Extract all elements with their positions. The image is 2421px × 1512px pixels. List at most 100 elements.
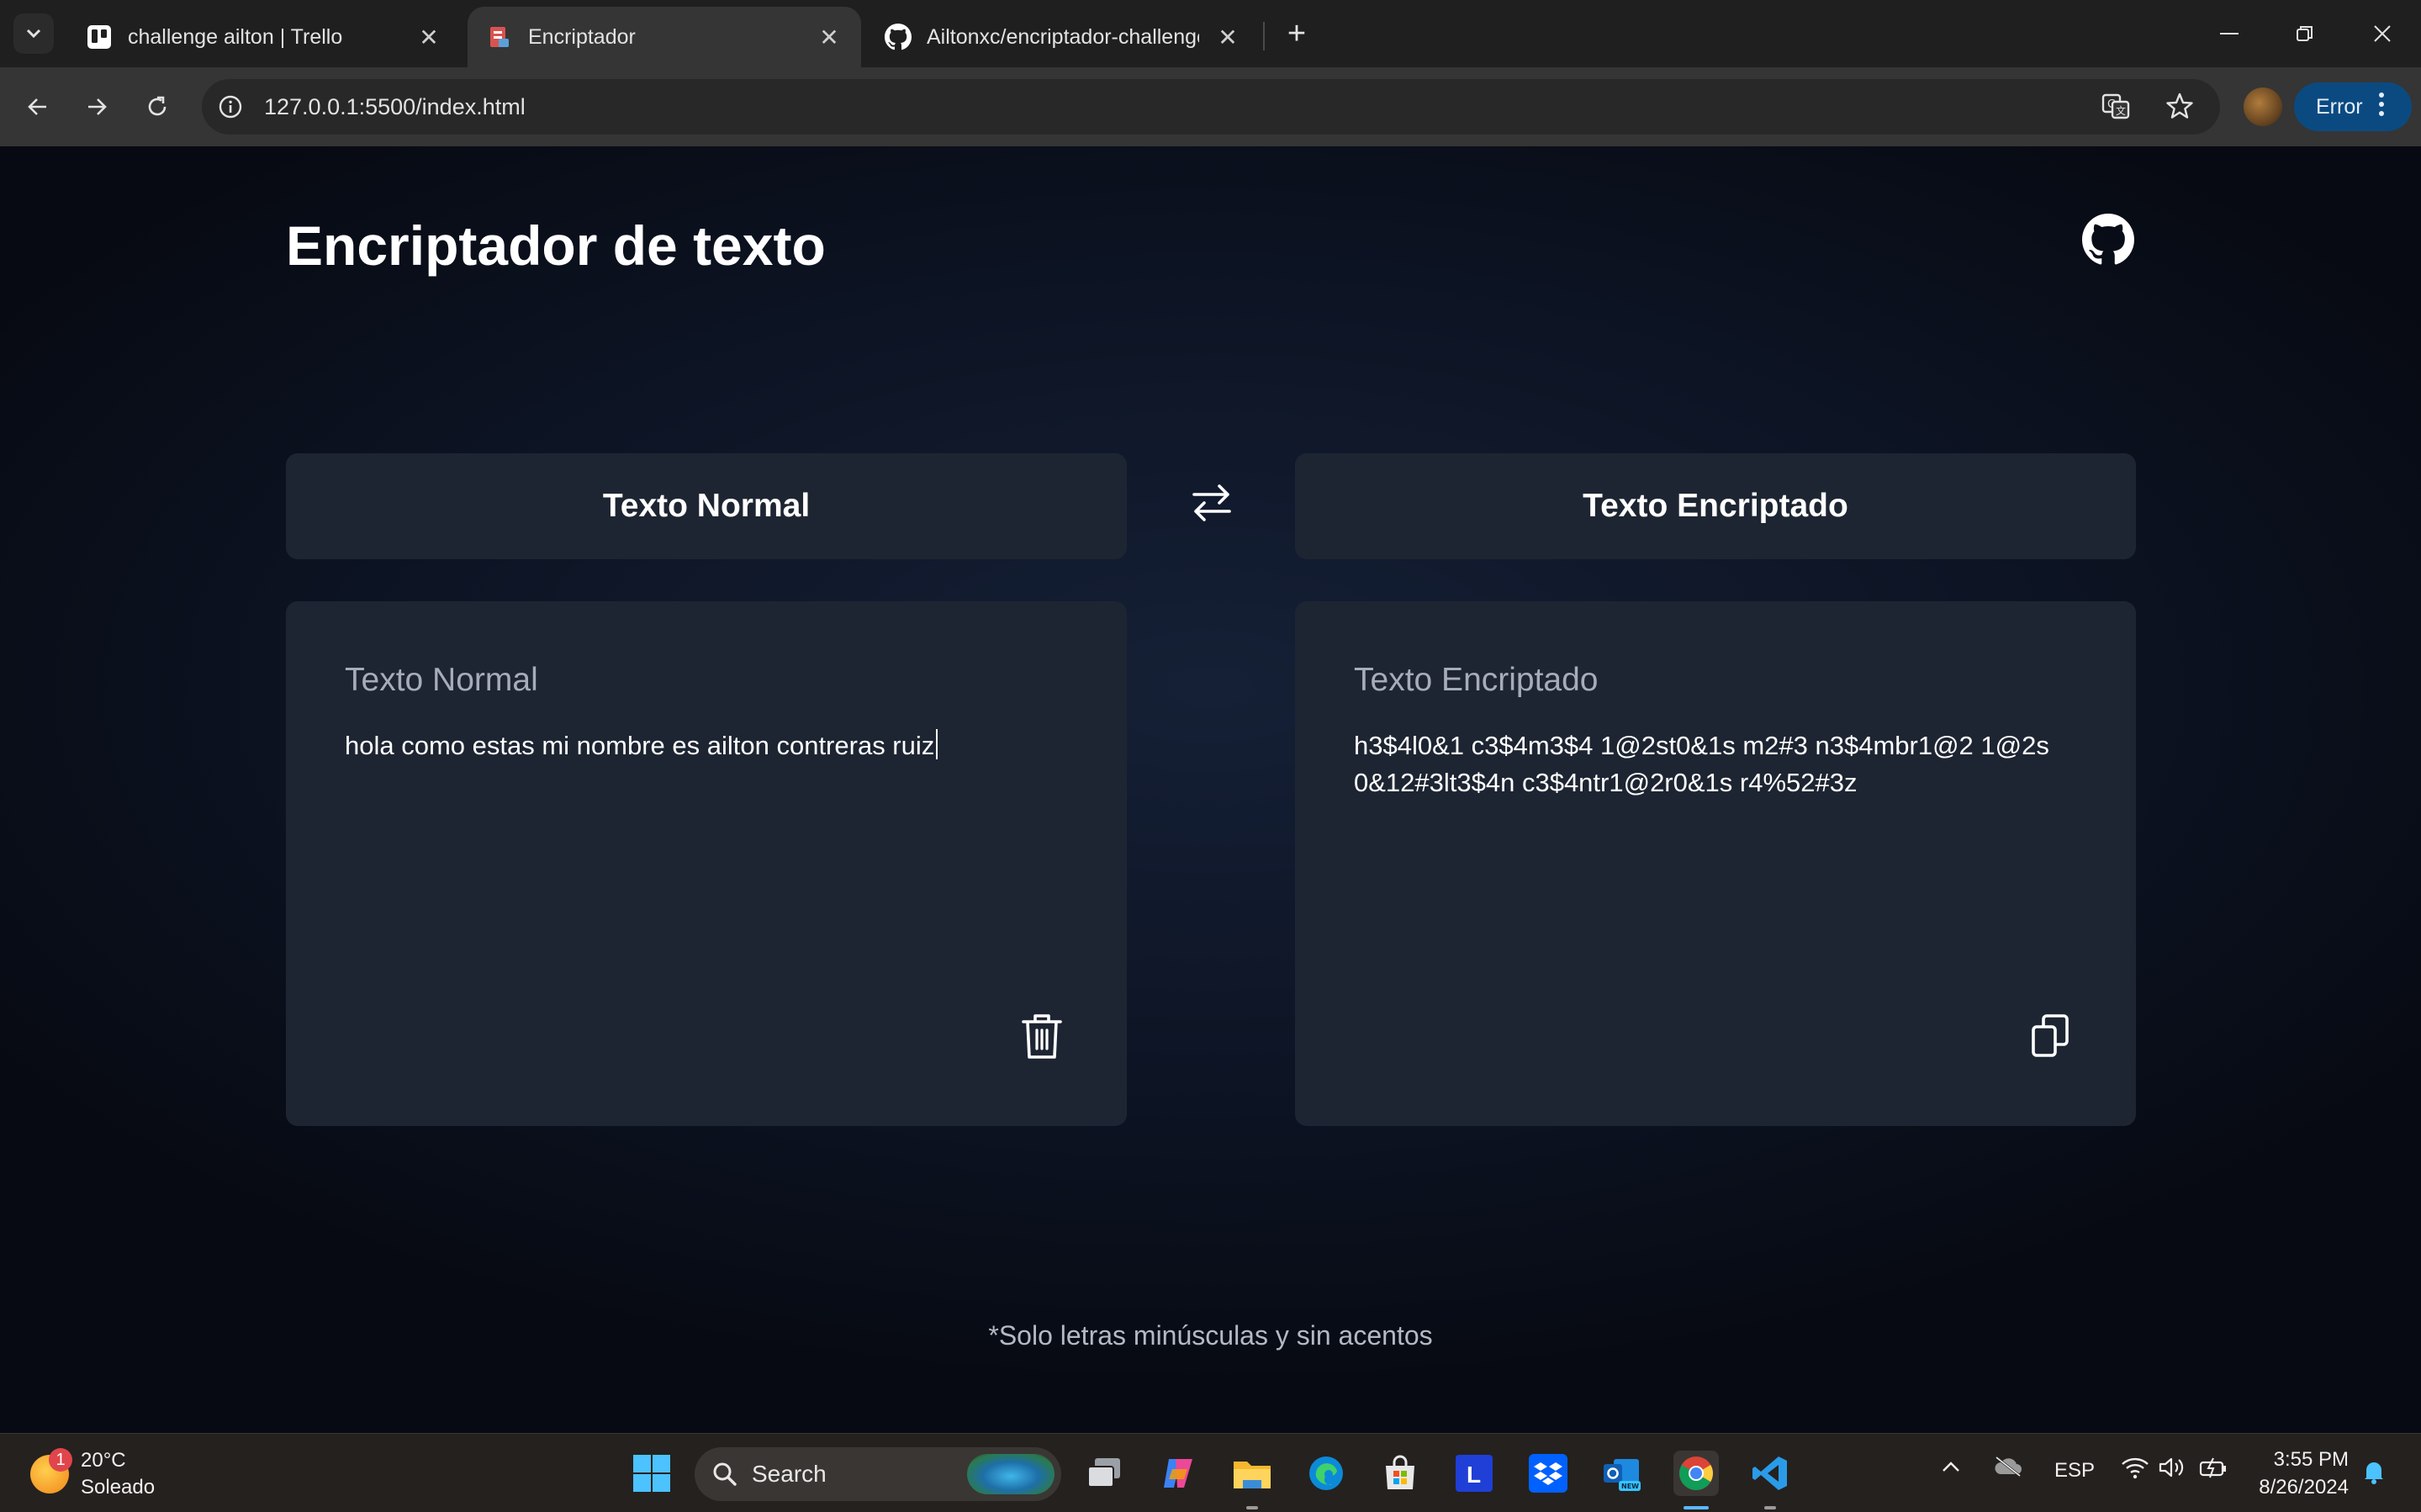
forward-button[interactable] [76, 86, 118, 128]
taskbar-search[interactable]: Search [695, 1447, 1061, 1501]
running-indicator [1764, 1506, 1776, 1509]
trash-icon [1022, 1014, 1062, 1059]
restore-icon [2297, 26, 2313, 41]
translate-icon[interactable]: G文 [2101, 91, 2131, 125]
encrypted-text-header: Texto Encriptado [1295, 453, 2136, 559]
bookmark-star-icon[interactable] [2165, 91, 2195, 125]
notifications-button[interactable] [2363, 1459, 2385, 1490]
profile-error-label: Error [2316, 94, 2363, 119]
search-label: Search [752, 1461, 827, 1487]
chevron-down-icon [26, 29, 41, 39]
copilot-button[interactable] [1155, 1451, 1201, 1496]
language-indicator[interactable]: ESP [2054, 1459, 2095, 1483]
input-text: hola como estas mi nombre es ailton cont… [345, 731, 935, 760]
output-panel: Texto Encriptado h3$4l0&1 c3$4m3$4 1@2st… [1295, 601, 2136, 1126]
svg-text:L: L [1467, 1462, 1481, 1488]
tab-search-menu-button[interactable] [13, 13, 54, 54]
page-viewport: Encriptador de texto Texto Normal Texto … [0, 146, 2421, 1433]
outlook-button[interactable]: NEW [1599, 1451, 1645, 1496]
browser-tab-bar: challenge ailton | Trello ✕ Encriptador … [0, 0, 2421, 67]
tab-encriptador[interactable]: Encriptador ✕ [468, 7, 861, 67]
arrow-right-icon [88, 98, 107, 115]
copy-button[interactable] [2030, 1012, 2072, 1060]
input-textarea[interactable]: hola como estas mi nombre es ailton cont… [345, 727, 1085, 764]
close-window-button[interactable] [2344, 8, 2420, 59]
url-text: 127.0.0.1:5500/index.html [264, 93, 526, 119]
arrow-left-icon [28, 98, 46, 115]
tab-separator [1263, 22, 1265, 50]
site-info-icon[interactable] [214, 90, 247, 124]
restore-button[interactable] [2267, 8, 2343, 59]
copilot-icon [1164, 1459, 1192, 1488]
bell-icon [2365, 1462, 2383, 1484]
minimize-button[interactable] [2191, 8, 2267, 59]
battery-status[interactable] [2198, 1456, 2228, 1485]
address-bar[interactable]: 127.0.0.1:5500/index.html G文 [202, 79, 2220, 135]
swap-arrows-icon [1192, 484, 1231, 521]
profile-error-button[interactable]: Error [2294, 82, 2412, 131]
reload-icon [148, 96, 167, 116]
browser-toolbar: 127.0.0.1:5500/index.html G文 Error [0, 67, 2421, 146]
clock-date: 8/26/2024 [2259, 1476, 2349, 1499]
github-icon [885, 24, 912, 50]
footnote: *Solo letras minúsculas y sin acentos [988, 1320, 1433, 1351]
notification-badge: 1 [49, 1448, 72, 1472]
tab-trello[interactable]: challenge ailton | Trello ✕ [67, 7, 461, 67]
close-icon[interactable]: ✕ [1214, 24, 1241, 50]
chrome-button[interactable] [1673, 1451, 1719, 1496]
windows-logo-icon [633, 1455, 670, 1492]
encrypted-text-header-label: Texto Encriptado [1583, 488, 1848, 524]
volume-status[interactable] [2158, 1456, 2185, 1485]
system-clock[interactable]: 3:55 PM 8/26/2024 [2259, 1446, 2349, 1501]
dropbox-button[interactable] [1525, 1451, 1571, 1496]
github-icon [2082, 214, 2134, 265]
minimize-icon [2220, 33, 2239, 34]
cloud-off-icon [1995, 1456, 2022, 1478]
start-button[interactable] [629, 1451, 674, 1496]
vscode-button[interactable] [1747, 1451, 1793, 1496]
swap-button[interactable] [1186, 476, 1238, 528]
network-status[interactable] [2121, 1456, 2149, 1485]
dropbox-icon [1529, 1454, 1567, 1493]
windows-taskbar: 1 20°C Soleado Search L NEW ESP 3:55 PM … [0, 1433, 2421, 1512]
tab-title: Encriptador [528, 24, 636, 49]
kebab-menu-icon [2378, 92, 2385, 123]
reload-button[interactable] [136, 86, 178, 128]
vscode-icon [1752, 1456, 1787, 1490]
tab-github[interactable]: Ailtonxc/encriptador-challenge ✕ [866, 7, 1260, 67]
page-title: Encriptador de texto [286, 214, 826, 277]
tab-title: Ailtonxc/encriptador-challenge [927, 24, 1199, 49]
folder-icon [1234, 1462, 1271, 1488]
speaker-icon [2159, 1457, 2184, 1478]
onedrive-status-icon[interactable] [1993, 1456, 2023, 1483]
github-link[interactable] [2082, 214, 2134, 266]
app-l-button[interactable]: L [1451, 1451, 1497, 1496]
weather-widget[interactable]: 1 20°C Soleado [30, 1447, 155, 1501]
close-icon[interactable]: ✕ [816, 24, 843, 50]
chrome-icon [1679, 1456, 1713, 1490]
copy-icon [2032, 1014, 2069, 1057]
normal-text-header-label: Texto Normal [602, 488, 811, 524]
search-highlight-image [967, 1454, 1055, 1494]
page-icon [486, 24, 513, 50]
microsoft-store-icon [1386, 1455, 1414, 1489]
weather-desc: Soleado [81, 1476, 156, 1499]
store-button[interactable] [1377, 1451, 1423, 1496]
input-panel: Texto Normal hola como estas mi nombre e… [286, 601, 1127, 1126]
task-view-button[interactable] [1081, 1451, 1127, 1496]
tab-title: challenge ailton | Trello [128, 24, 343, 49]
edge-button[interactable] [1303, 1451, 1349, 1496]
edge-browser-icon [1309, 1456, 1343, 1490]
profile-avatar[interactable] [2244, 87, 2282, 126]
clear-button[interactable] [1021, 1012, 1063, 1060]
l-app-icon: L [1456, 1455, 1493, 1492]
output-label: Texto Encriptado [1354, 662, 1599, 698]
chevron-up-icon [1943, 1462, 1959, 1472]
back-button[interactable] [17, 86, 59, 128]
running-indicator [1246, 1506, 1258, 1509]
search-icon [713, 1462, 737, 1486]
show-hidden-icons-button[interactable] [1941, 1456, 1961, 1479]
new-tab-button[interactable]: + [1278, 15, 1315, 52]
file-explorer-button[interactable] [1229, 1451, 1275, 1496]
close-icon[interactable]: ✕ [415, 24, 442, 50]
